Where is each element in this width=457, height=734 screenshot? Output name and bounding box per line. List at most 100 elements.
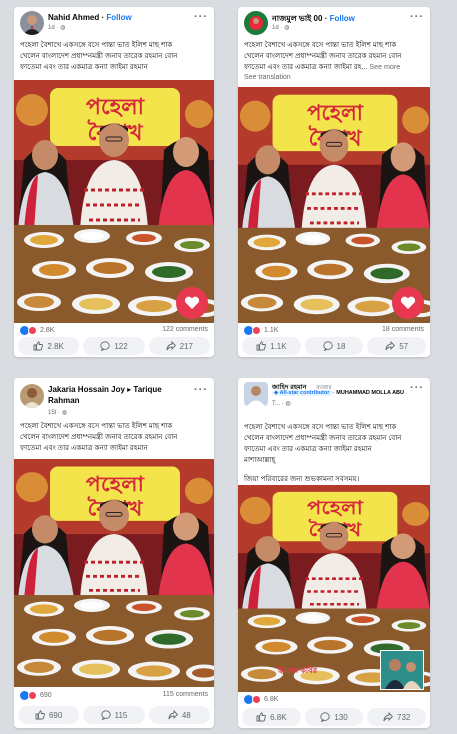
comment-button[interactable]: 130 <box>304 708 364 726</box>
post-stats: 1.1K 18 comments <box>244 325 424 337</box>
like-count: 2.8K <box>47 341 64 351</box>
avatar[interactable] <box>20 11 44 35</box>
love-reaction-icon[interactable] <box>176 287 208 319</box>
more-options-icon[interactable]: ··· <box>194 11 208 23</box>
reaction-summary[interactable]: 6.8K <box>244 695 278 704</box>
reaction-summary[interactable]: 690 <box>20 691 52 700</box>
post-text: পহেলা বৈশাখে একসঙ্গে বসে পান্তা ভাত ইলিশ… <box>244 422 424 485</box>
post-actions: 6.8K 130 732 <box>242 708 427 726</box>
photo-scene: পহেলা বৈশাখ <box>14 80 214 323</box>
like-button[interactable]: 2.8K <box>18 337 80 355</box>
post-text-line: পহেলা বৈশাখে একসঙ্গে বসে পান্তা ভাত ইলিশ… <box>244 41 397 49</box>
post-text: পহেলা বৈশাখে একসঙ্গে বসে পান্তা ভাত ইলিশ… <box>20 40 208 73</box>
like-count: 1.1K <box>270 341 287 351</box>
post-text-line: পহেলা বৈশাখে একসঙ্গে বসে পান্তা ভাত ইলিশ… <box>20 422 173 430</box>
thumbs-up-icon <box>256 712 266 722</box>
post-photo[interactable]: পহেলা বৈশাখ ইমরান কবির <box>238 485 430 692</box>
thumbs-up-icon <box>35 710 45 720</box>
like-button[interactable]: 1.1K <box>242 337 301 355</box>
like-count: 6.8K <box>270 712 287 722</box>
author-name[interactable]: Jakaria Hossain Joy ▸ Tarique Rahman <box>48 385 162 405</box>
share-button[interactable]: 48 <box>148 706 210 724</box>
share-button[interactable]: 217 <box>148 337 210 355</box>
comment-icon <box>322 341 333 351</box>
comment-count-link[interactable]: 122 comments <box>162 326 208 333</box>
post-time[interactable]: 1d · <box>48 25 58 31</box>
post-text-line: ফাতেমা এবং তার একমাত্র কন্যা জাইমা রহমান <box>20 63 148 71</box>
share-icon <box>385 341 396 351</box>
post-photo[interactable]: পহেলা বৈশাখ <box>14 80 214 323</box>
share-count: 732 <box>397 712 411 722</box>
post-text-line <box>244 466 424 474</box>
love-reaction-icon <box>28 326 37 335</box>
comment-count-link[interactable]: 18 comments <box>382 326 424 333</box>
author-name-text[interactable]: Jakaria Hossain Joy ▸ Tarique <box>48 385 162 394</box>
post-actions: 1.1K 18 57 <box>242 337 427 355</box>
post-card: Jakaria Hossain Joy ▸ Tarique Rahman 15t… <box>14 378 214 728</box>
post-text-line: খেলেন বাংলাদেশ প্রধা**নমন্ত্রী জনাব তারে… <box>244 434 402 442</box>
comment-button[interactable]: 18 <box>304 337 364 355</box>
avatar[interactable] <box>20 384 44 408</box>
group-name-text[interactable]: Rahman <box>48 396 162 405</box>
post-header: Jakaria Hossain Joy ▸ Tarique Rahman 15t… <box>14 378 214 418</box>
comment-button[interactable]: 115 <box>83 706 145 724</box>
reaction-summary[interactable]: 2.8K <box>20 326 54 335</box>
comment-button[interactable]: 122 <box>83 337 145 355</box>
thumbs-up-icon <box>33 341 44 351</box>
author-name-text[interactable]: নাজমুল ভাই 00 <box>272 14 322 23</box>
share-button[interactable]: 57 <box>367 337 427 355</box>
post-text: পহেলা বৈশাখে একসঙ্গে বসে পান্তা ভাত ইলিশ… <box>244 40 424 73</box>
follow-button[interactable]: Follow <box>330 14 355 23</box>
like-button[interactable]: 690 <box>18 706 80 724</box>
svg-text:পহেলা: পহেলা <box>86 473 145 497</box>
post-photo[interactable]: পহেলা বৈশাখ <box>238 87 430 323</box>
love-reaction-icon <box>252 695 261 704</box>
avatar[interactable] <box>244 11 268 35</box>
post-text-line: খেলেন বাংলাদেশ প্রধা**নমন্ত্রী জনাব তারে… <box>20 52 178 60</box>
reaction-summary[interactable]: 1.1K <box>244 326 278 335</box>
comment-count: 130 <box>334 712 348 722</box>
globe-icon: ◍ <box>285 401 291 407</box>
photo-caption: ইমরান কবির <box>278 666 318 675</box>
like-button[interactable]: 6.8K <box>242 708 301 726</box>
more-options-icon[interactable]: ··· <box>194 384 208 396</box>
post-photo[interactable]: পহেলা বৈশাখ <box>14 459 214 687</box>
post-header: জাহিদ রহমান ব্যবহার ◆ All-star contribut… <box>238 378 430 420</box>
see-more-link[interactable]: See more <box>369 63 400 71</box>
comment-count: 115 <box>114 710 128 720</box>
post-card: জাহিদ রহমান ব্যবহার ◆ All-star contribut… <box>238 378 430 728</box>
svg-text:পহেলা: পহেলা <box>307 496 364 519</box>
share-count: 217 <box>179 341 193 351</box>
share-button[interactable]: 732 <box>367 708 427 726</box>
post-meta: 1d · ◍ <box>272 24 289 31</box>
post-header: Nahid Ahmed · Follow 1d · ◍ ··· <box>14 7 214 35</box>
badge-label: All-star contributor <box>279 390 330 396</box>
reaction-count: 6.8K <box>264 696 279 703</box>
author-name[interactable]: Nahid Ahmed · Follow <box>48 13 132 22</box>
post-card: নাজমুল ভাই 00 · Follow 1d · ◍ ··· পহেলা … <box>238 7 430 357</box>
post-time[interactable]: 15t · <box>48 410 60 416</box>
mentioned-name[interactable]: MUHAMMAD MOLLA ABU <box>336 390 404 396</box>
post-actions: 2.8K 122 217 <box>18 337 210 355</box>
post-text-line: পহেলা বৈশাখে একসঙ্গে বসে পান্তা ভাত ইলিশ… <box>20 41 173 49</box>
post-time[interactable]: 1d · <box>272 25 282 31</box>
more-options-icon[interactable]: ··· <box>410 11 424 23</box>
thumbs-up-icon <box>256 341 266 351</box>
comment-count-link[interactable]: 115 comments <box>163 691 208 698</box>
post-meta: 1d · ◍ <box>48 24 65 31</box>
contributor-badge-line: ◆ All-star contributor · MUHAMMAD MOLLA … <box>272 390 404 396</box>
see-translation-link[interactable]: See translation <box>244 74 291 81</box>
globe-icon: ◍ <box>284 25 290 31</box>
diamond-icon: ◆ <box>274 390 279 396</box>
post-time[interactable]: T... · <box>272 401 284 407</box>
comment-count: 18 <box>336 341 346 351</box>
love-reaction-icon[interactable] <box>392 287 424 319</box>
post-stats: 6.8K <box>244 694 424 706</box>
author-name-text[interactable]: Nahid Ahmed <box>48 13 99 22</box>
all-star-badge[interactable]: ◆ All-star contributor <box>272 390 333 396</box>
post-meta: T... · ◍ <box>272 400 291 407</box>
avatar[interactable] <box>244 382 268 406</box>
more-options-icon[interactable]: ··· <box>410 382 424 394</box>
inset-photo <box>380 650 424 690</box>
follow-button[interactable]: Follow <box>106 13 131 22</box>
